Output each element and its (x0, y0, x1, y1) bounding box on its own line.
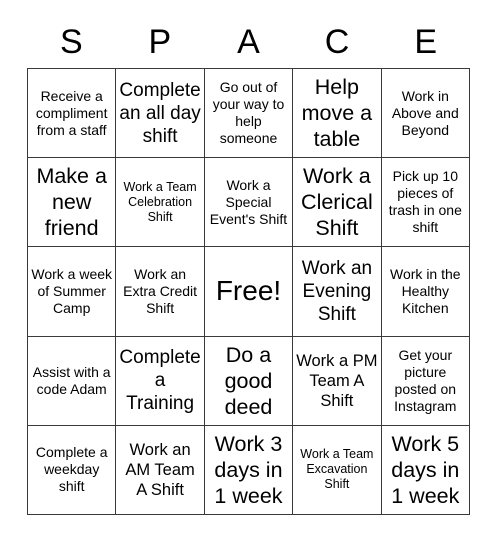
bingo-cell[interactable]: Work a week of Summer Camp (28, 247, 117, 337)
bingo-cell[interactable]: Help move a table (293, 69, 382, 159)
bingo-cell-text: Work a Clerical Shift (301, 164, 373, 241)
bingo-cell-text: Work an Evening Shift (301, 257, 373, 325)
bingo-cell[interactable]: Work a Special Event's Shift (204, 158, 294, 248)
bingo-free-space-text: Free! (215, 275, 282, 307)
bingo-cell-text: Work a Special Event's Shift (209, 176, 288, 227)
bingo-cell[interactable]: Work an Evening Shift (293, 247, 382, 337)
bingo-cell-text: Pick up 10 pieces of trash in one shift (388, 168, 462, 236)
header-letter-5: E (414, 23, 438, 61)
bingo-card: S P A C E Receive a compliment from a st… (0, 0, 500, 544)
bingo-cell-text: Make a new friend (36, 164, 107, 241)
bingo-cell-text: Work in Above and Beyond (391, 87, 459, 138)
bingo-cell-text: Work in the Healthy Kitchen (390, 265, 461, 316)
bingo-cell-text: Complete a weekday shift (35, 444, 108, 495)
bingo-cell[interactable]: Pick up 10 pieces of trash in one shift (381, 158, 470, 248)
bingo-cell[interactable]: Assist with a code Adam (28, 336, 117, 426)
bingo-cell-text: Do a good deed (224, 342, 273, 419)
header-letter-2: P (148, 23, 172, 61)
bingo-cell[interactable]: Go out of your way to help someone (204, 69, 294, 159)
bingo-cell[interactable]: Work a Team Excavation Shift (293, 425, 382, 515)
header-letter-4: C (324, 23, 350, 61)
bingo-cell[interactable]: Work in Above and Beyond (381, 69, 470, 159)
header-letter-3: A (237, 23, 260, 61)
bingo-cell-text: Work a Team Celebration Shift (123, 179, 197, 224)
bingo-cell-text: Go out of your way to help someone (212, 79, 285, 147)
bingo-cell[interactable]: Work a PM Team A Shift (293, 336, 382, 426)
bingo-cell-text: Complete a Training (119, 347, 201, 415)
bingo-cell-text: Work a Team Excavation Shift (300, 447, 374, 492)
bingo-cell-text: Work 5 days in 1 week (391, 431, 460, 508)
bingo-cell-free[interactable]: Free! (204, 247, 294, 337)
bingo-cell-text: Help move a table (301, 75, 373, 152)
bingo-cell-text: Complete an all day shift (119, 79, 201, 147)
bingo-cell-text: Receive a compliment from a staff (35, 87, 108, 138)
bingo-grid: Receive a compliment from a staff Comple… (27, 68, 470, 515)
bingo-cell[interactable]: Work a Team Celebration Shift (116, 158, 205, 248)
bingo-cell-text: Work 3 days in 1 week (214, 431, 283, 508)
bingo-cell[interactable]: Do a good deed (204, 336, 294, 426)
header-letter-1: S (59, 23, 83, 61)
bingo-cell[interactable]: Get your picture posted on Instagram (381, 336, 470, 426)
bingo-cell-text: Work an AM Team A Shift (125, 440, 195, 499)
bingo-cell[interactable]: Receive a compliment from a staff (28, 69, 117, 159)
bingo-cell-text: Work an Extra Credit Shift (123, 265, 198, 316)
bingo-cell[interactable]: Work 5 days in 1 week (381, 425, 470, 515)
bingo-cell-text: Assist with a code Adam (32, 363, 111, 397)
bingo-cell[interactable]: Work an AM Team A Shift (116, 425, 205, 515)
bingo-cell[interactable]: Complete a Training (116, 336, 205, 426)
bingo-cell-text: Work a PM Team A Shift (296, 351, 378, 410)
bingo-cell[interactable]: Work an Extra Credit Shift (116, 247, 205, 337)
bingo-cell[interactable]: Make a new friend (28, 158, 117, 248)
bingo-cell-text: Work a week of Summer Camp (31, 265, 113, 316)
bingo-cell[interactable]: Work a Clerical Shift (293, 158, 382, 248)
bingo-cell[interactable]: Complete a weekday shift (28, 425, 117, 515)
bingo-header-row: S P A C E (27, 19, 470, 65)
bingo-cell[interactable]: Work 3 days in 1 week (204, 425, 294, 515)
bingo-cell-text: Get your picture posted on Instagram (394, 346, 457, 414)
bingo-cell[interactable]: Complete an all day shift (116, 69, 205, 159)
bingo-cell[interactable]: Work in the Healthy Kitchen (381, 247, 470, 337)
